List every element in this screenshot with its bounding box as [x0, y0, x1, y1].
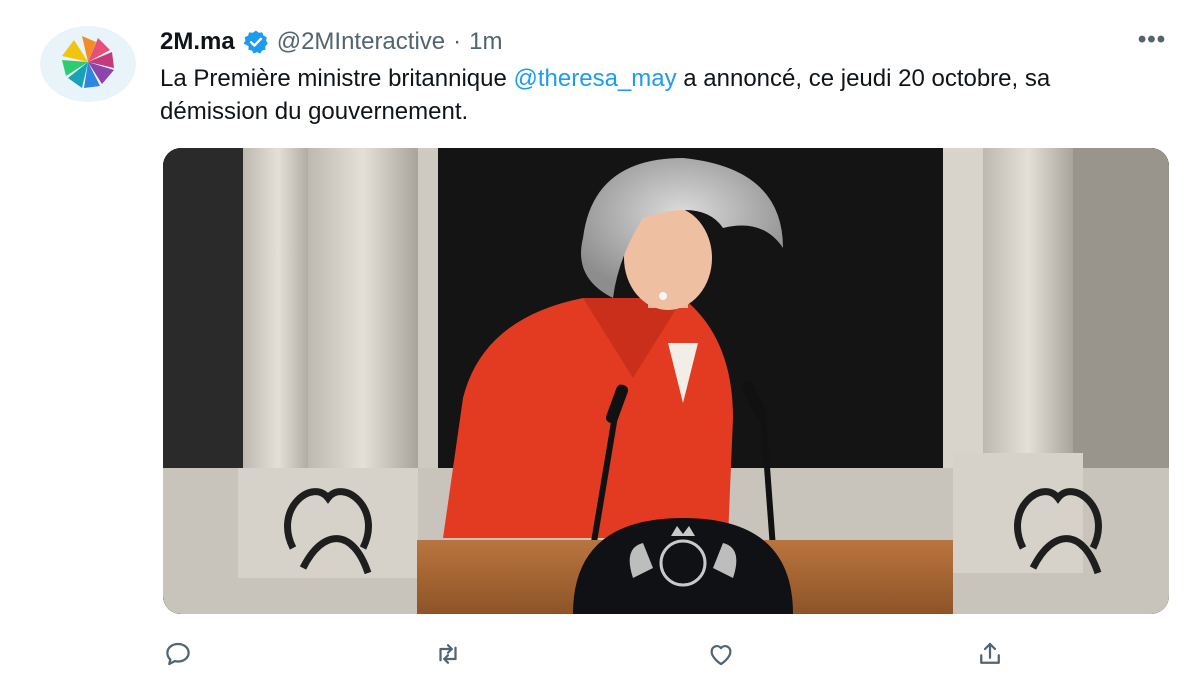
- tweet-card[interactable]: 2M.ma @2MInteractive · 1m ••• La Premièr…: [0, 0, 1200, 676]
- display-name[interactable]: 2M.ma: [160, 28, 235, 56]
- reply-icon[interactable]: [160, 636, 196, 672]
- mention-link[interactable]: @theresa_may: [514, 65, 677, 92]
- retweet-icon[interactable]: [430, 636, 466, 672]
- tweet-text-start: La Première ministre britannique: [160, 65, 514, 92]
- share-icon[interactable]: [972, 636, 1008, 672]
- tweet-header: 2M.ma @2MInteractive · 1m: [160, 26, 502, 58]
- tweet-actions: [160, 636, 1040, 672]
- like-icon[interactable]: [703, 636, 739, 672]
- timestamp[interactable]: 1m: [469, 28, 502, 56]
- photo-illustration: [163, 148, 1169, 614]
- verified-badge-icon: [243, 29, 269, 55]
- tweet-text: La Première ministre britannique @theres…: [160, 62, 1140, 128]
- tweet-media-photo[interactable]: [163, 148, 1169, 614]
- separator-dot: ·: [453, 28, 462, 55]
- more-options-icon[interactable]: •••: [1132, 26, 1172, 53]
- 2m-logo-icon: [40, 26, 136, 102]
- user-handle[interactable]: @2MInteractive: [277, 28, 445, 56]
- avatar[interactable]: [40, 26, 136, 102]
